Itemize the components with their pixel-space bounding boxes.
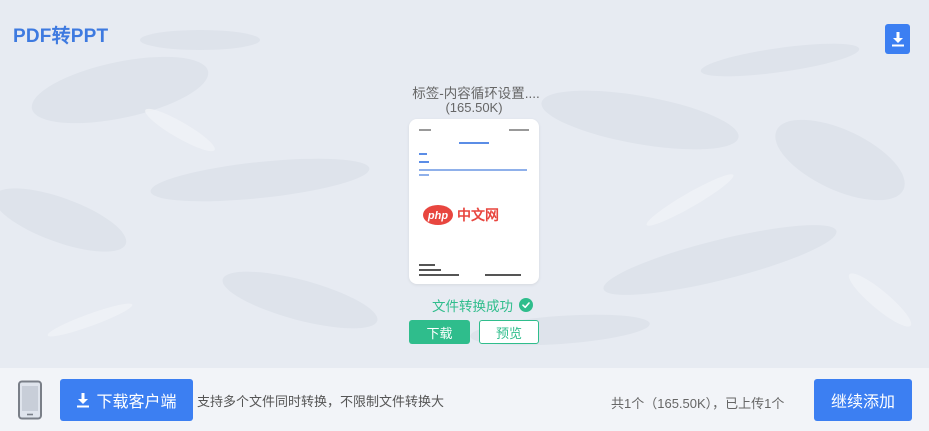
upload-summary: 共1个（165.50K），已上传1个	[611, 396, 785, 411]
svg-text:中文网: 中文网	[457, 207, 499, 224]
preview-button[interactable]: 预览	[479, 320, 539, 344]
svg-text:php: php	[427, 210, 448, 222]
continue-add-button[interactable]: 继续添加	[814, 379, 912, 421]
download-icon	[77, 393, 90, 408]
download-icon	[891, 32, 904, 47]
status-text: 文件转换成功	[432, 299, 513, 314]
check-circle-icon	[519, 298, 533, 312]
download-client-label: 下载客户端	[96, 394, 177, 411]
download-button[interactable]: 下载	[409, 320, 470, 344]
conversion-status: 文件转换成功	[432, 295, 533, 315]
file-name: 标签-内容循环设置....	[412, 86, 540, 101]
conversion-workspace: PDF转PPT 标签-内容循环设置.... (165.50K) php 中文网 …	[0, 0, 929, 368]
top-download-button[interactable]	[885, 24, 910, 54]
promo-text: 支持多个文件同时转换，不限制文件转换大	[197, 394, 445, 409]
download-client-button[interactable]: 下载客户端	[60, 379, 193, 421]
phone-icon	[18, 380, 42, 420]
php-logo: php 中文网	[423, 205, 499, 225]
file-size: (165.50K)	[445, 100, 503, 115]
file-thumbnail[interactable]: php 中文网	[409, 119, 539, 284]
app-title: PDF转PPT	[13, 26, 109, 47]
